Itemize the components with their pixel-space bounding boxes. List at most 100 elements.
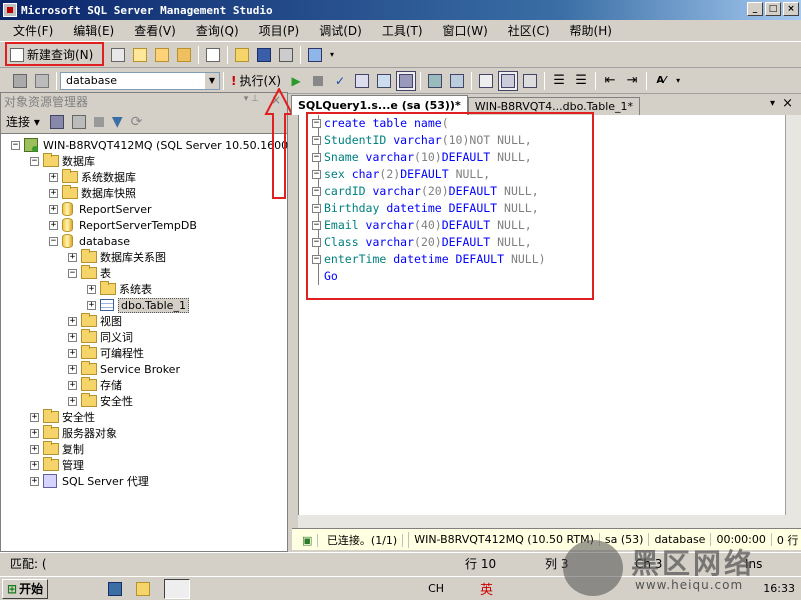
activity-monitor-button[interactable]	[305, 45, 325, 65]
xmla-query-button[interactable]	[174, 45, 194, 65]
tree-node[interactable]: + 存储	[68, 377, 122, 393]
tree-node[interactable]: + 服务器对象	[30, 425, 117, 441]
ime-lang[interactable]: 英	[480, 579, 493, 598]
menu-file[interactable]: 文件(F)	[0, 22, 60, 39]
close-tab-icon[interactable]: ×	[782, 96, 793, 111]
menu-debug[interactable]: 调试(D)	[306, 22, 369, 39]
tree-node[interactable]: + 安全性	[68, 393, 133, 409]
include-plan-button[interactable]	[425, 71, 445, 91]
menu-edit[interactable]: 编辑(E)	[60, 22, 121, 39]
display-plan-button[interactable]	[352, 71, 372, 91]
results-text-button[interactable]	[476, 71, 496, 91]
expand-icon[interactable]: +	[68, 332, 77, 342]
analysis-query-button[interactable]	[130, 45, 150, 65]
expand-icon[interactable]: +	[49, 172, 58, 182]
connect-button[interactable]	[10, 71, 30, 91]
app-icon[interactable]	[3, 3, 17, 17]
parse-button[interactable]: ✓	[330, 71, 350, 91]
expand-icon[interactable]: +	[30, 476, 39, 486]
title-bar[interactable]: Microsoft SQL Server Management Studio _…	[0, 0, 801, 20]
save-button[interactable]	[254, 45, 274, 65]
open-button[interactable]	[232, 45, 252, 65]
expand-icon[interactable]: +	[30, 460, 39, 470]
expand-icon[interactable]: +	[30, 444, 39, 454]
tree-node[interactable]: + 系统数据库	[49, 169, 136, 185]
tree-node[interactable]: + Service Broker	[68, 361, 180, 377]
dmx-query-button[interactable]	[152, 45, 172, 65]
tree-node[interactable]: − 表	[68, 265, 111, 281]
database-engine-query-button[interactable]	[108, 45, 128, 65]
expand-icon[interactable]: +	[49, 188, 58, 198]
decrease-indent-button[interactable]: ⇤	[600, 71, 620, 91]
tree-node[interactable]: + 管理	[30, 457, 84, 473]
print-button[interactable]	[276, 45, 296, 65]
new-file-button[interactable]	[203, 45, 223, 65]
disconnect-button[interactable]	[32, 71, 52, 91]
results-file-button[interactable]	[520, 71, 540, 91]
tree-node[interactable]: + 可编程性	[68, 345, 144, 361]
increase-indent-button[interactable]: ⇥	[622, 71, 642, 91]
pin-icon[interactable]: ▾ ⊥	[244, 94, 259, 104]
stop-icon[interactable]	[93, 116, 104, 127]
execute-button[interactable]: ! 执行(X)	[227, 72, 285, 89]
expand-icon[interactable]: +	[68, 396, 77, 406]
collapse-icon[interactable]: −	[68, 268, 77, 278]
maximize-button[interactable]: □	[765, 2, 781, 16]
menu-view[interactable]: 查看(V)	[121, 22, 183, 39]
uncomment-button[interactable]: ☰	[571, 71, 591, 91]
toolbar2-overflow-button[interactable]: ▾	[673, 71, 683, 91]
tree-node[interactable]: − WIN-B8RVQT412MQ (SQL Server 10.50.1600	[11, 137, 288, 153]
expand-icon[interactable]: +	[30, 412, 39, 422]
toolbar-overflow-button[interactable]: ▾	[327, 45, 337, 65]
minimize-button[interactable]: _	[747, 2, 763, 16]
connect-dropdown[interactable]: 连接 ▾	[6, 113, 40, 130]
tree-node[interactable]: + 数据库快照	[49, 185, 136, 201]
vertical-scrollbar[interactable]	[785, 115, 801, 515]
tree-node[interactable]: + ReportServer	[49, 201, 152, 217]
expand-icon[interactable]: +	[49, 220, 58, 230]
tree-node[interactable]: + 数据库关系图	[68, 249, 166, 265]
tree-node[interactable]: + ReportServerTempDB	[49, 217, 197, 233]
expand-icon[interactable]: +	[68, 316, 77, 326]
quicklaunch-icon[interactable]	[108, 581, 123, 596]
expand-icon[interactable]: +	[68, 252, 77, 262]
expand-icon[interactable]: +	[30, 428, 39, 438]
menu-help[interactable]: 帮助(H)	[557, 22, 619, 39]
collapse-icon[interactable]: −	[49, 236, 58, 246]
collapse-icon[interactable]: −	[30, 156, 39, 166]
expand-icon[interactable]: +	[87, 284, 96, 294]
expand-icon[interactable]: +	[68, 364, 77, 374]
menu-community[interactable]: 社区(C)	[495, 22, 557, 39]
results-grid-button[interactable]	[498, 70, 519, 91]
chevron-down-icon[interactable]: ▼	[205, 72, 219, 89]
expand-icon[interactable]: +	[49, 204, 58, 214]
menu-window[interactable]: 窗口(W)	[430, 22, 495, 39]
connect-engine-icon[interactable]	[49, 114, 64, 129]
taskbar-ssms-button[interactable]	[164, 578, 191, 599]
query-designer-button[interactable]	[374, 71, 394, 91]
tree-node[interactable]: + 安全性	[30, 409, 95, 425]
tree-node[interactable]: − database	[49, 233, 130, 249]
horizontal-scrollbar[interactable]	[298, 515, 801, 528]
filter-icon[interactable]: ▼	[112, 114, 123, 130]
tree-node[interactable]: + 同义词	[68, 329, 133, 345]
expand-icon[interactable]: +	[87, 300, 96, 310]
menu-project[interactable]: 项目(P)	[246, 22, 307, 39]
menu-tools[interactable]: 工具(T)	[369, 22, 430, 39]
tree-node[interactable]: + 复制	[30, 441, 84, 457]
comment-button[interactable]: ☰	[549, 71, 569, 91]
start-button[interactable]: ⊞ 开始	[2, 578, 49, 599]
intellisense-button[interactable]	[396, 70, 417, 91]
tree-node[interactable]: + dbo.Table_1	[87, 297, 189, 313]
expand-icon[interactable]: +	[68, 380, 77, 390]
close-button[interactable]: ×	[783, 2, 799, 16]
tree-node[interactable]: + SQL Server 代理	[30, 473, 149, 489]
client-stats-button[interactable]	[447, 71, 467, 91]
tab-list-icon[interactable]: ▾	[770, 98, 775, 109]
ime-indicator[interactable]: CH	[428, 582, 444, 595]
tree-node[interactable]: + 系统表	[87, 281, 152, 297]
collapse-icon[interactable]: −	[11, 140, 20, 150]
menu-query[interactable]: 查询(Q)	[183, 22, 246, 39]
stop-button[interactable]	[308, 71, 328, 91]
tree-node[interactable]: + 视图	[68, 313, 122, 329]
